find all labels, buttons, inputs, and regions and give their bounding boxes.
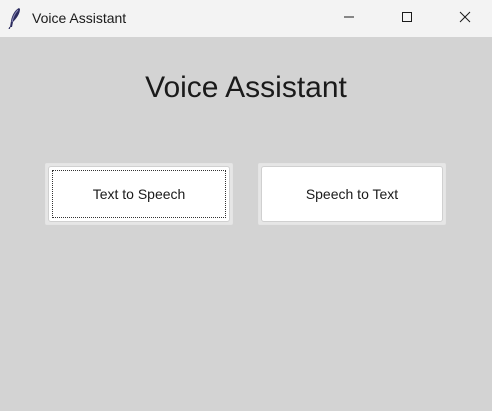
close-button[interactable] xyxy=(442,0,488,37)
speech-to-text-button-frame: Speech to Text xyxy=(258,163,446,225)
page-title: Voice Assistant xyxy=(145,71,347,104)
app-window: Voice Assistant Voice Assistant Text to … xyxy=(0,0,492,411)
close-icon xyxy=(459,10,471,28)
feather-icon xyxy=(6,7,24,30)
window-title: Voice Assistant xyxy=(32,10,127,26)
minimize-icon xyxy=(343,10,355,28)
speech-to-text-button[interactable]: Speech to Text xyxy=(261,166,443,222)
minimize-button[interactable] xyxy=(326,0,372,37)
maximize-icon xyxy=(401,10,413,28)
maximize-button[interactable] xyxy=(384,0,430,37)
title-bar[interactable]: Voice Assistant xyxy=(0,0,492,37)
text-to-speech-button-frame: Text to Speech xyxy=(45,163,233,225)
client-area: Voice Assistant Text to Speech Speech to… xyxy=(0,37,492,411)
text-to-speech-button[interactable]: Text to Speech xyxy=(48,166,230,222)
